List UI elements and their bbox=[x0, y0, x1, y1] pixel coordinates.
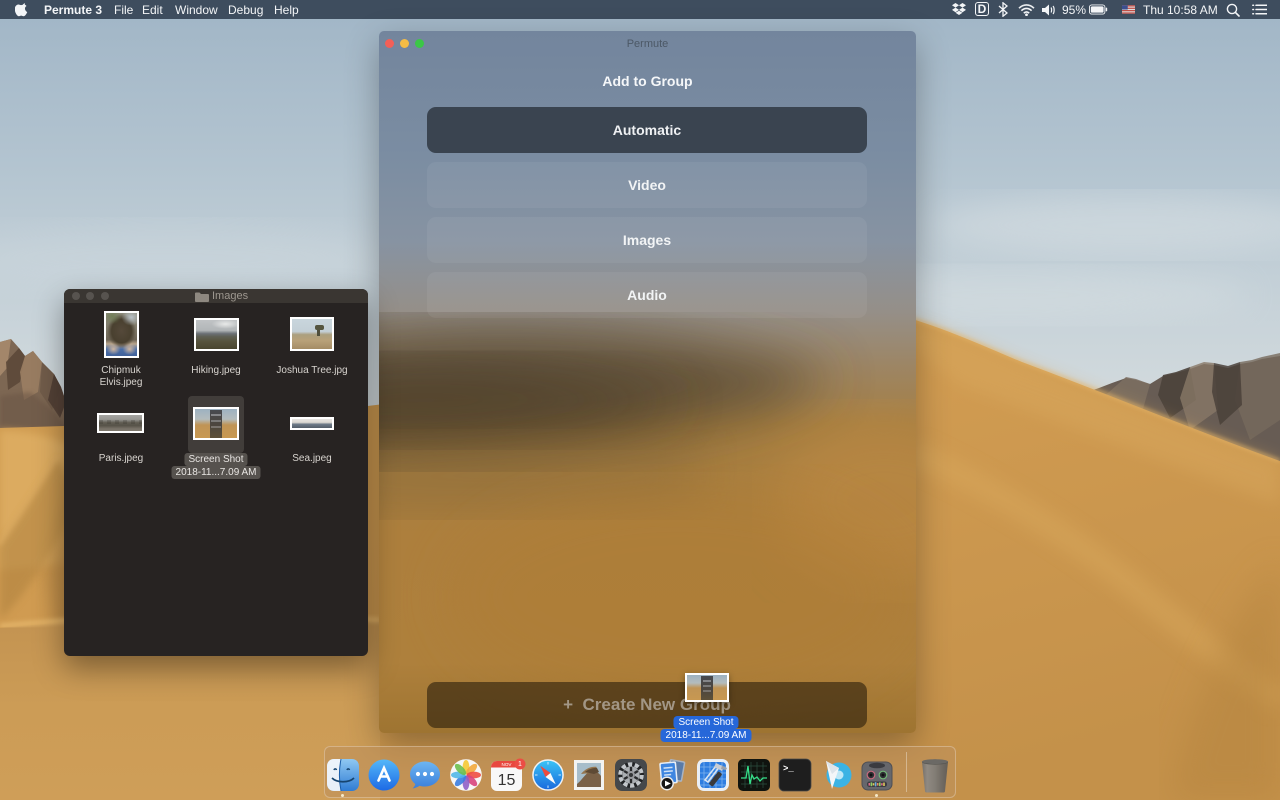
svg-text:>_: >_ bbox=[783, 764, 794, 774]
svg-text:1: 1 bbox=[518, 761, 522, 768]
svg-text:15: 15 bbox=[498, 772, 516, 789]
svg-text:NOV: NOV bbox=[502, 762, 513, 767]
